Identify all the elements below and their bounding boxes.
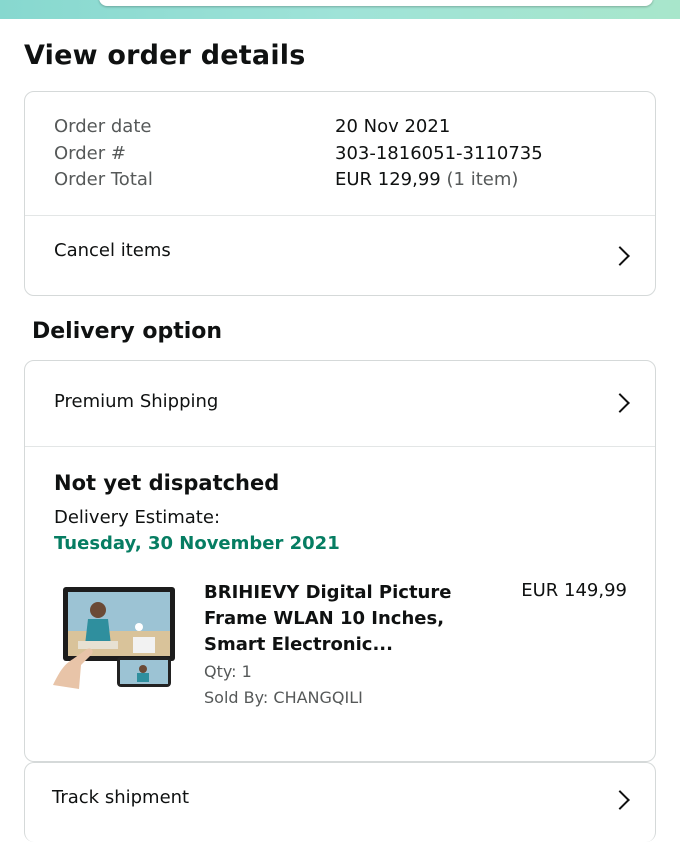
cancel-items-label: Cancel items — [54, 240, 171, 261]
product-title-link[interactable]: BRIHIEVY Digital Picture Frame WLAN 10 I… — [204, 580, 454, 658]
order-number-label: Order # — [54, 143, 126, 164]
product-seller: Sold By: CHANGQILI — [204, 688, 363, 707]
item-count: (1 item) — [446, 169, 519, 190]
track-shipment-button[interactable]: Track shipment — [24, 762, 656, 842]
product-title-line: Frame WLAN 10 Inches, — [204, 608, 445, 629]
delivery-estimate-label: Delivery Estimate: — [54, 507, 221, 528]
delivery-card: Premium Shipping Not yet dispatched Deli… — [24, 360, 656, 762]
delivery-option-heading: Delivery option — [32, 319, 223, 344]
chevron-right-icon — [610, 246, 630, 266]
shipping-option-label: Premium Shipping — [54, 391, 219, 412]
track-shipment-label: Track shipment — [52, 787, 190, 808]
order-total-row: Order Total EUR 129,99 (1 item) — [54, 169, 518, 191]
order-number-value: 303-1816051-3110735 — [335, 143, 543, 164]
product-thumbnail[interactable] — [53, 585, 177, 689]
cancel-items-button[interactable]: Cancel items — [25, 216, 655, 296]
product-title-line: Smart Electronic... — [204, 634, 393, 655]
order-date-label: Order date — [54, 116, 152, 137]
product-title-line: BRIHIEVY Digital Picture — [204, 582, 452, 603]
order-total-label: Order Total — [54, 169, 153, 190]
product-quantity: Qty: 1 — [204, 662, 252, 681]
order-total-amount: EUR 129,99 — [335, 169, 441, 190]
chevron-right-icon — [610, 393, 630, 413]
order-total-value: EUR 129,99 (1 item) — [335, 169, 518, 191]
app-header-band — [0, 0, 680, 19]
delivery-estimate-date: Tuesday, 30 November 2021 — [54, 533, 340, 554]
order-number-row: Order # 303-1816051-3110735 — [54, 143, 543, 165]
product-price: EUR 149,99 — [521, 580, 627, 601]
divider — [25, 446, 655, 447]
premium-shipping-button[interactable]: Premium Shipping — [25, 361, 655, 446]
order-date-row: Order date 20 Nov 2021 — [54, 116, 450, 138]
search-bar[interactable] — [99, 0, 653, 6]
order-date-value: 20 Nov 2021 — [335, 116, 451, 137]
chevron-right-icon — [610, 790, 630, 810]
order-summary-card: Order date 20 Nov 2021 Order # 303-18160… — [24, 91, 656, 296]
page-title: View order details — [24, 40, 306, 71]
shipment-status: Not yet dispatched — [54, 471, 280, 495]
